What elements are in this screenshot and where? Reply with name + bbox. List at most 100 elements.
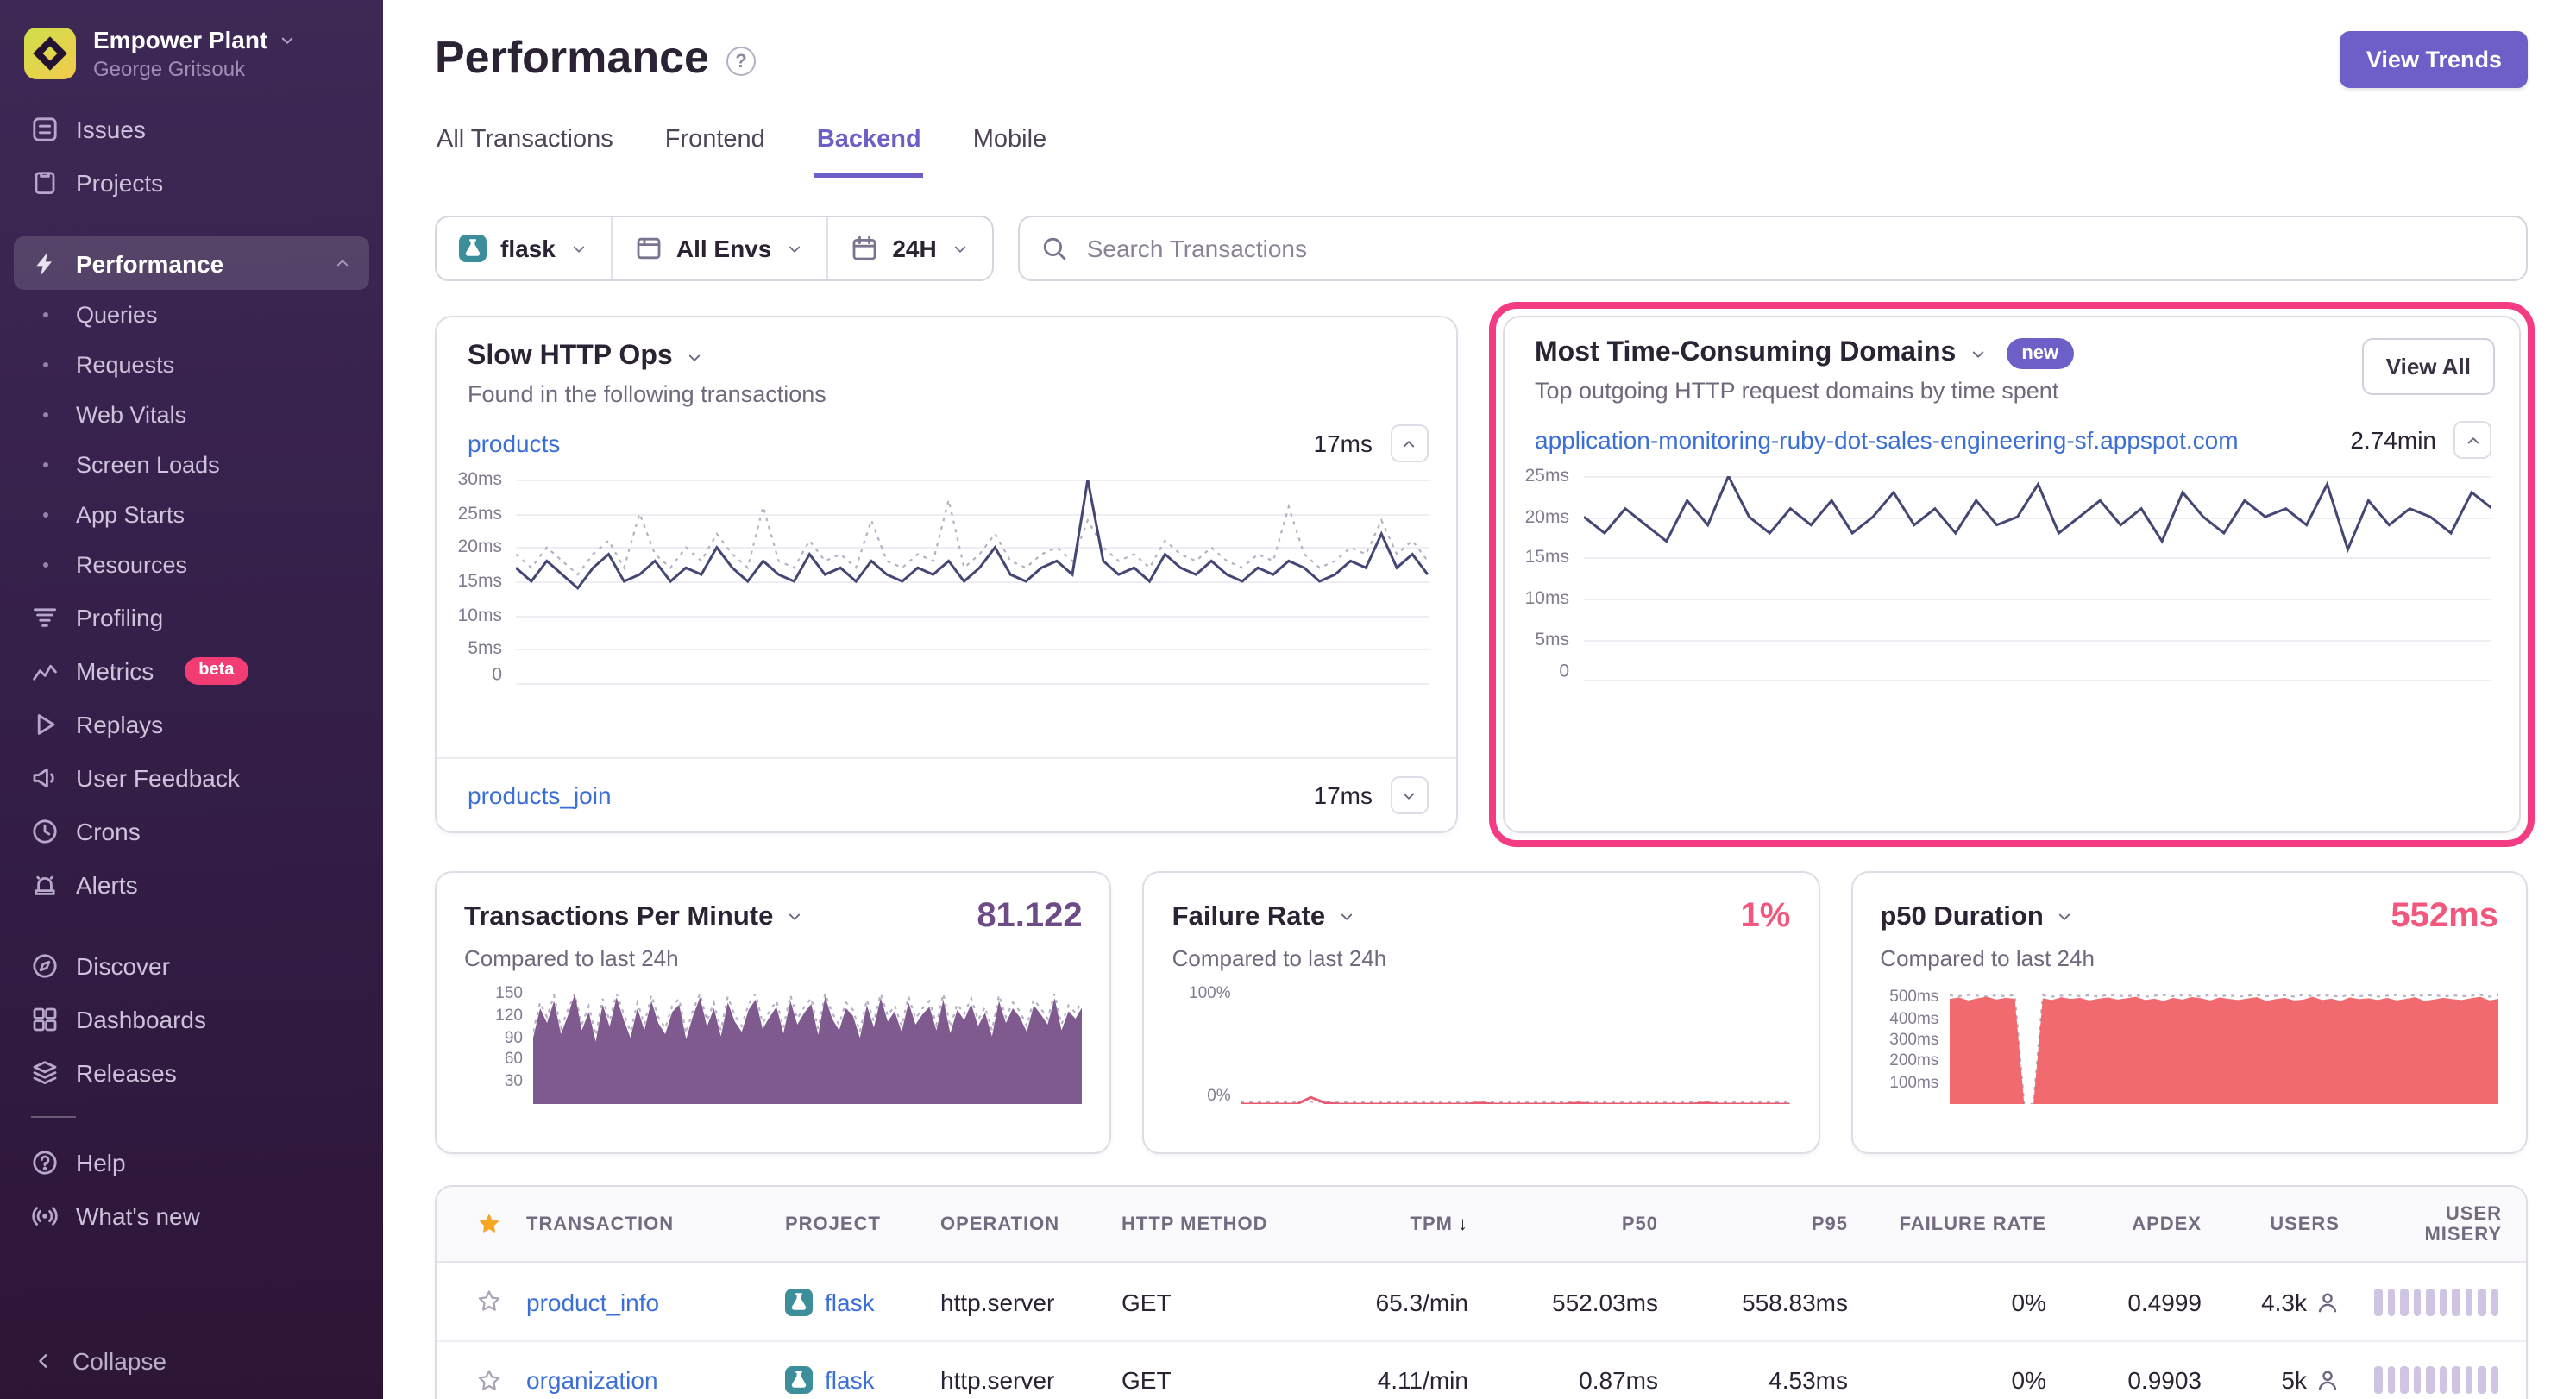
column-header-p50[interactable]: P50 [1492, 1214, 1682, 1234]
project-cell: flask [785, 1288, 940, 1315]
sidebar-item-screen-loads[interactable]: Screen Loads [14, 440, 369, 490]
calendar-icon [851, 235, 878, 262]
sidebar-item-label: Issues [76, 115, 146, 142]
column-header-p95[interactable]: P95 [1682, 1214, 1872, 1234]
sidebar-item-label: Discover [76, 951, 170, 979]
chevron-down-icon [1337, 907, 1356, 926]
transaction-link-products[interactable]: products [468, 430, 560, 457]
project-link[interactable]: flask [825, 1288, 875, 1315]
flask-project-icon [785, 1366, 813, 1394]
column-header-tpm[interactable]: TPM↓ [1320, 1214, 1492, 1234]
environment-filter[interactable]: All Envs [613, 217, 829, 279]
sidebar-item-requests[interactable]: Requests [14, 340, 369, 390]
page-title: Performance [435, 31, 709, 85]
help-icon[interactable]: ? [726, 47, 756, 76]
sidebar-item-help[interactable]: Help [14, 1135, 369, 1189]
tab-all-transactions[interactable]: All Transactions [435, 116, 615, 178]
sidebar-item-user-feedback[interactable]: User Feedback [14, 750, 369, 804]
favorite-star-icon[interactable] [450, 1289, 526, 1314]
environments-icon [635, 235, 663, 262]
user-misery-bars [2364, 1288, 2526, 1315]
chevron-up-icon [1399, 434, 1418, 453]
column-header-http-method[interactable]: HTTP METHOD [1122, 1214, 1320, 1234]
sidebar-item-discover[interactable]: Discover [14, 938, 369, 992]
transaction-link[interactable]: organization [526, 1366, 658, 1394]
sidebar-item-metrics[interactable]: Metricsbeta [14, 643, 369, 697]
user-icon [2315, 1368, 2340, 1392]
sidebar-item-replays[interactable]: Replays [14, 697, 369, 750]
project-filter[interactable]: flask [437, 217, 613, 279]
slow-http-ops-dropdown[interactable]: Slow HTTP Ops [468, 342, 1424, 373]
chevron-down-icon [785, 239, 804, 258]
org-switcher[interactable]: Empower Plant George Gritsouk [0, 0, 383, 98]
sidebar-item-label: Performance [76, 249, 223, 277]
column-header-project[interactable]: PROJECT [785, 1214, 940, 1234]
domain-link[interactable]: application-monitoring-ruby-dot-sales-en… [1535, 426, 2239, 454]
date-range-filter[interactable]: 24H [828, 217, 991, 279]
view-trends-button[interactable]: View Trends [2340, 31, 2528, 88]
p50-duration-card: p50 Duration 552ms Compared to last 24h … [1850, 871, 2528, 1154]
chevron-down-icon [785, 907, 804, 926]
sidebar-item-profiling[interactable]: Profiling [14, 590, 369, 643]
column-header-apdex[interactable]: APDEX [2070, 1214, 2226, 1234]
sidebar-item-label: Dashboards [76, 1005, 206, 1032]
sidebar-item-projects[interactable]: Projects [14, 155, 369, 209]
chevron-down-icon [1399, 786, 1418, 805]
stat-title: Failure Rate [1172, 901, 1325, 932]
tab-mobile[interactable]: Mobile [971, 116, 1048, 178]
column-header-operation[interactable]: OPERATION [940, 1214, 1122, 1234]
favorite-column-star-icon [450, 1211, 526, 1237]
bullet-icon [42, 562, 47, 568]
stat-subtitle: Compared to last 24h [1880, 945, 2498, 971]
bullet-icon [42, 412, 47, 417]
column-header-failure-rate[interactable]: FAILURE RATE [1872, 1214, 2070, 1234]
collapse-row-button[interactable] [1390, 424, 1428, 462]
alerts-icon [31, 870, 59, 898]
user-icon [2315, 1289, 2340, 1314]
sidebar-item-web-vitals[interactable]: Web Vitals [14, 390, 369, 440]
performance-icon [31, 249, 59, 277]
sidebar-item-app-starts[interactable]: App Starts [14, 490, 369, 540]
environment-filter-label: All Envs [676, 235, 772, 262]
sidebar-item-dashboards[interactable]: Dashboards [14, 992, 369, 1045]
search-input[interactable] [1084, 233, 2505, 264]
sidebar-item-queries[interactable]: Queries [14, 290, 369, 340]
sidebar-item-what-s-new[interactable]: What's new [14, 1189, 369, 1242]
sidebar-item-crons[interactable]: Crons [14, 804, 369, 857]
page-filters-group: flask All Envs 24H [435, 216, 994, 281]
transaction-link[interactable]: product_info [526, 1288, 659, 1315]
sidebar-item-label: What's new [76, 1201, 200, 1229]
sidebar-item-resources[interactable]: Resources [14, 540, 369, 590]
transaction-link-products-join[interactable]: products_join [468, 781, 612, 809]
p95-cell: 4.53ms [1682, 1366, 1872, 1394]
view-all-button[interactable]: View All [2362, 338, 2495, 395]
tab-frontend[interactable]: Frontend [663, 116, 767, 178]
column-header-transaction[interactable]: TRANSACTION [526, 1214, 785, 1234]
sidebar-item-issues[interactable]: Issues [14, 102, 369, 155]
collapse-row-button[interactable] [2453, 421, 2491, 459]
project-link[interactable]: flask [825, 1366, 875, 1394]
expand-row-button[interactable] [1390, 776, 1428, 814]
failure-rate-dropdown[interactable]: Failure Rate [1172, 901, 1356, 932]
column-header-users[interactable]: USERS [2226, 1214, 2364, 1234]
issues-icon [31, 115, 59, 142]
domains-dropdown[interactable]: Most Time-Consuming Domains new [1535, 338, 2074, 369]
sidebar-item-alerts[interactable]: Alerts [14, 857, 369, 911]
failure-rate-value: 1% [1741, 897, 1791, 937]
sidebar-item-performance[interactable]: Performance [14, 236, 369, 290]
collapse-button[interactable]: Collapse [0, 1327, 383, 1399]
p95-cell: 558.83ms [1682, 1288, 1872, 1315]
tab-backend[interactable]: Backend [815, 116, 923, 178]
duration-value: 17ms [1314, 781, 1373, 809]
column-header-user-misery[interactable]: USER MISERY [2364, 1203, 2526, 1245]
p50-duration-dropdown[interactable]: p50 Duration [1880, 901, 2074, 932]
app-root: Empower Plant George Gritsouk Issues Proj… [0, 0, 2576, 1399]
tpm-dropdown[interactable]: Transactions Per Minute [464, 901, 804, 932]
http-method-cell: GET [1122, 1366, 1320, 1394]
favorite-star-icon[interactable] [450, 1367, 526, 1393]
annotation-highlight: Most Time-Consuming Domains new Top outg… [1488, 302, 2535, 847]
bullet-icon [42, 312, 47, 317]
projects-icon [31, 168, 59, 196]
sidebar-item-releases[interactable]: Releases [14, 1045, 369, 1099]
user-misery-bars [2364, 1366, 2526, 1394]
